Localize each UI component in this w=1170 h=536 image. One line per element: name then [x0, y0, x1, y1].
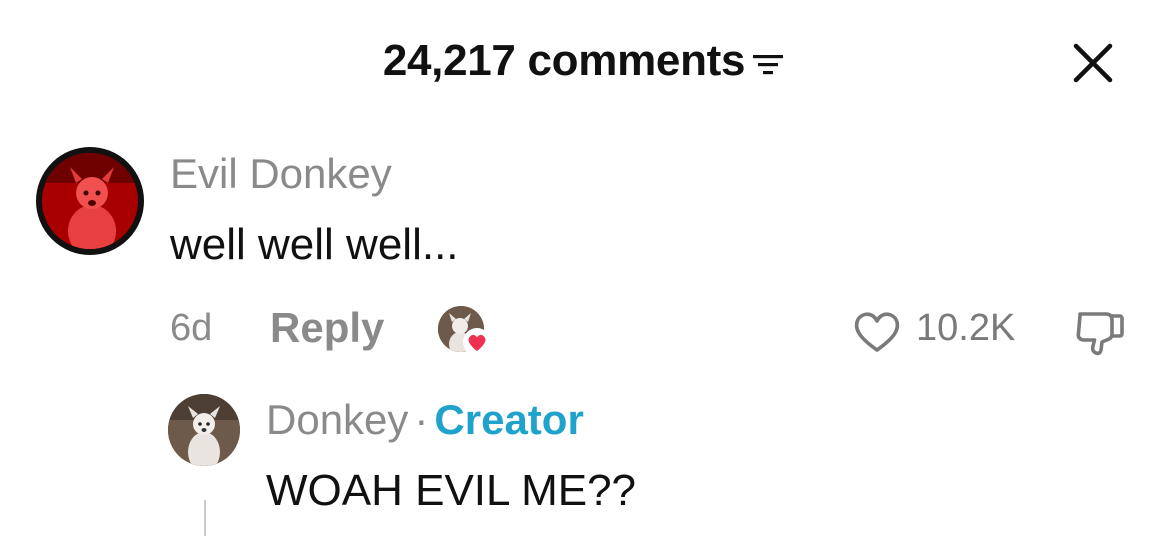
comment-username[interactable]: Evil Donkey	[170, 150, 392, 198]
thread-line	[204, 500, 206, 536]
heart-badge-icon	[462, 328, 492, 356]
comments-count-title: 24,217 comments	[382, 36, 746, 85]
comments-header: 24,217 comments	[0, 0, 1170, 120]
avatar[interactable]	[168, 394, 240, 466]
comment-timestamp: 6d	[170, 307, 213, 349]
heart-icon[interactable]	[850, 308, 904, 356]
close-icon[interactable]	[1070, 40, 1116, 86]
liked-by-creator-badge	[438, 306, 494, 356]
avatar[interactable]	[36, 147, 144, 255]
dislike-icon[interactable]	[1072, 306, 1128, 358]
reply-button[interactable]: Reply	[270, 304, 384, 352]
comment-text: well well well...	[170, 220, 459, 269]
reply-username[interactable]: Donkey	[266, 396, 408, 443]
reply-header: Donkey · Creator	[266, 396, 584, 444]
filter-icon[interactable]	[751, 49, 787, 79]
reply-text: WOAH EVIL ME??	[266, 466, 637, 515]
creator-badge: Creator	[434, 396, 584, 443]
header-title-row: 24,217 comments	[0, 36, 1170, 86]
name-separator: ·	[414, 396, 429, 443]
like-count: 10.2K	[916, 307, 1016, 349]
